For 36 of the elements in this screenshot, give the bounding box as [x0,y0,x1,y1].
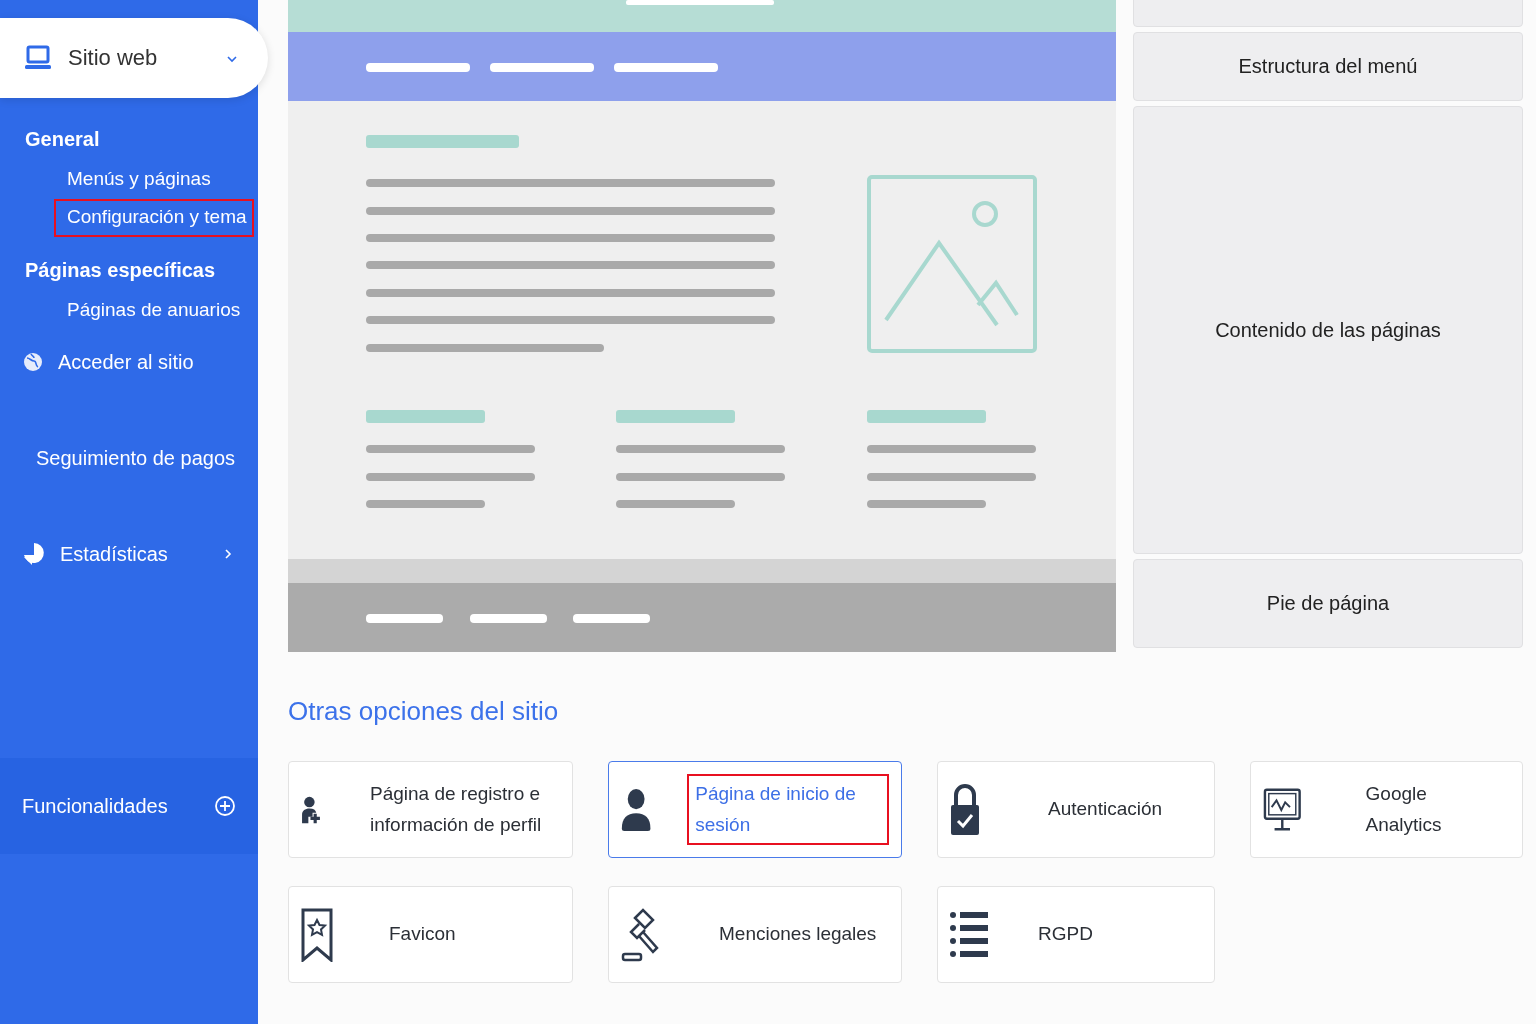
sidebar-item-label: Acceder al sitio [58,350,195,374]
option-card[interactable]: Página de inicio de sesión [608,761,902,858]
sidebar-item[interactable]: Acceder al sitio [0,342,258,382]
option-card[interactable]: Menciones legales [608,886,902,983]
sidebar-link[interactable]: Menús y páginas [54,161,218,199]
section-heading: General [24,128,101,151]
layout-section-button[interactable]: Estructura del menú [1133,31,1523,101]
add-circle-icon [214,795,236,817]
sidebar-item[interactable]: Seguimiento de pagos [0,438,258,478]
option-card[interactable]: Favicon [288,886,573,983]
bookmark-star-icon [301,907,333,962]
sidebar-item-label: Seguimiento de pagos [36,446,236,470]
globe-icon [22,351,44,373]
section-title: Otras opciones del sitio [288,696,560,727]
layout-section-button[interactable]: Contenido de las páginas [1133,105,1523,555]
sidebar-link[interactable]: Configuración y tema [54,199,254,237]
laptop-icon [24,45,52,71]
sidebar-item[interactable]: Estadísticas [0,534,258,574]
chevron-icon [226,53,238,65]
monitor-chart-icon [1263,786,1302,833]
lock-check-icon [950,782,980,837]
layout-section-button[interactable] [1133,0,1523,27]
pie-chart-icon [22,541,46,567]
list-icon [950,910,990,959]
chevron-icon [222,548,234,560]
site-selector[interactable]: Sitio web [0,18,268,98]
option-card[interactable]: RGPD [937,886,1215,983]
option-card[interactable]: Autenticación [937,761,1215,858]
sidebar-item-label: Estadísticas [60,542,169,566]
sidebar-link[interactable]: Páginas de anuarios [54,292,248,330]
gavel-icon [621,907,661,962]
features-button[interactable]: Funcionalidades [0,758,258,854]
section-heading: Páginas específicas [24,259,217,282]
option-card[interactable]: Google Analytics [1250,761,1523,858]
option-card[interactable]: Página de registro e información de perfil [288,761,573,858]
layout-section-button[interactable]: Pie de página [1133,559,1523,648]
